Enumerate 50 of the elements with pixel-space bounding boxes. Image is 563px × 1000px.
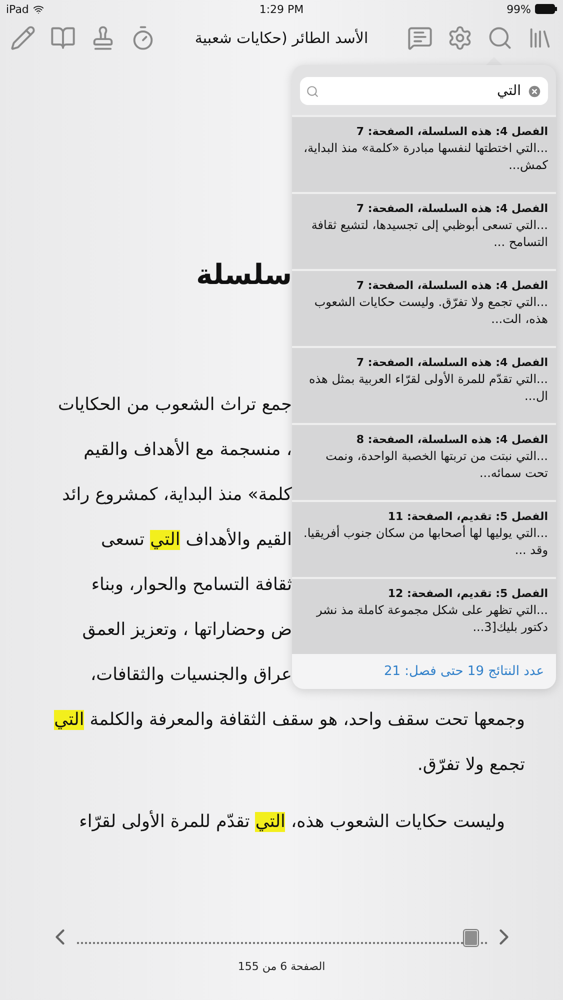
text-line: ، منسجمة مع الأهداف والقيم [84, 437, 292, 462]
text-line: وجمعها تحت سقف واحد، هو سقف الثقافة والمعرفة والكلمة التي [54, 709, 525, 732]
result-snippet: ...التي اختطتها لنفسها مبادرة «كلمة» منذ البداية، كمش... [302, 140, 548, 174]
settings-icon[interactable] [447, 25, 473, 51]
result-location: الفصل 5: تقديم، الصفحة: 12 [386, 587, 548, 600]
pencil-icon[interactable] [10, 25, 36, 51]
result-snippet: ...التي تجمع ولا تفرّق. وليست حكايات الشعوب هذه، الت... [313, 294, 548, 328]
text-line: عراق والجنسيات والثقافات، [90, 664, 292, 687]
page-number: الصفحة 6 من 155 [238, 960, 326, 973]
book-title: الأسد الطائر (حكايات شعبية [194, 29, 370, 47]
text-line: وليست حكايات الشعوب هذه، التي تقدّم للمرة الأولى لقرّاء [79, 809, 505, 834]
battery-percent: 99% [506, 2, 532, 16]
search-icon [306, 84, 319, 98]
search-result[interactable]: الفصل 4: هذه السلسلة، الصفحة: 7 ...التي تسعى أبوظبي إلى تجسيدها، لتشيع ثقافة التسامح ... [292, 192, 556, 269]
search-query: التي [496, 83, 521, 99]
status-time: 1:29 PM [259, 2, 304, 16]
search-result[interactable]: الفصل 4: هذه السلسلة، الصفحة: 7 ...التي اختطتها لنفسها مبادرة «كلمة» منذ البداية، كمش... [292, 115, 556, 192]
text-line: تجمع ولا تفرّق. [417, 754, 525, 777]
search-result[interactable]: الفصل 4: هذه السلسلة، الصفحة: 7 ...التي تجمع ولا تفرّق. وليست حكايات الشعوب هذه، الت... [292, 269, 556, 346]
wifi-icon [32, 4, 44, 14]
device-name: iPad [6, 2, 29, 16]
search-result[interactable]: الفصل 4: هذه السلسلة، الصفحة: 7 ...التي تقدّم للمرة الأولى لقرّاء العربية بمثل هذه ال... [292, 346, 556, 423]
text-line: كلمة» منذ البداية، كمشروع رائد [62, 484, 292, 507]
text-line: القيم والأهداف التي تسعى [101, 527, 292, 552]
result-location: الفصل 4: هذه السلسلة، الصفحة: 7 [355, 279, 548, 292]
search-result[interactable]: الفصل 5: تقديم، الصفحة: 11 ...التي يوليها لها أصحابها من سكان جنوب أفريقيا. وقد ... [292, 500, 556, 577]
search-result[interactable]: الفصل 5: تقديم، الصفحة: 12 ...التي تظهر على شكل مجموعة كاملة مذ نشر دكتور بليك[3... [292, 577, 556, 654]
battery-icon [535, 4, 558, 14]
results-count: عدد النتائج 19 حتى فصل: 21 [292, 654, 556, 689]
slider-thumb[interactable] [464, 930, 478, 946]
search-field[interactable]: التي [300, 77, 548, 105]
result-snippet: ...التي تقدّم للمرة الأولى لقرّاء العربية بمثل هذه ال... [308, 371, 548, 405]
chapter-heading: سلسلة [196, 258, 292, 291]
text-line: ثقافة التسامح والحوار، وبناء [91, 574, 292, 597]
result-location: الفصل 4: هذه السلسلة، الصفحة: 7 [355, 356, 548, 369]
search-icon[interactable] [487, 25, 513, 51]
result-snippet: ...التي تظهر على شكل مجموعة كاملة مذ نشر دكتور بليك[3... [315, 602, 548, 636]
result-snippet: ...التي يوليها لها أصحابها من سكان جنوب أفريقيا. وقد ... [302, 525, 548, 559]
result-location: الفصل 4: هذه السلسلة، الصفحة: 8 [355, 433, 548, 446]
comment-icon[interactable] [407, 25, 433, 51]
clear-icon[interactable] [527, 84, 542, 98]
result-snippet: ...التي نبتت من تربتها الخصبة الواحدة، ونمت تحت سمائه... [324, 448, 548, 482]
result-location: الفصل 4: هذه السلسلة، الصفحة: 7 [355, 125, 548, 138]
result-location: الفصل 5: تقديم، الصفحة: 11 [386, 510, 548, 523]
result-snippet: ...التي تسعى أبوظبي إلى تجسيدها، لتشيع ثقافة التسامح ... [310, 217, 548, 251]
text-line: جمع تراث الشعوب من الحكايات [58, 394, 292, 417]
result-location: الفصل 4: هذه السلسلة، الصفحة: 7 [355, 202, 548, 215]
search-result[interactable]: الفصل 4: هذه السلسلة، الصفحة: 8 ...التي نبتت من تربتها الخصبة الواحدة، ونمت تحت سمائه... [292, 423, 556, 500]
book-icon[interactable] [50, 25, 76, 51]
text-line: ض وحضاراتها ، وتعزيز العمق [82, 619, 292, 642]
